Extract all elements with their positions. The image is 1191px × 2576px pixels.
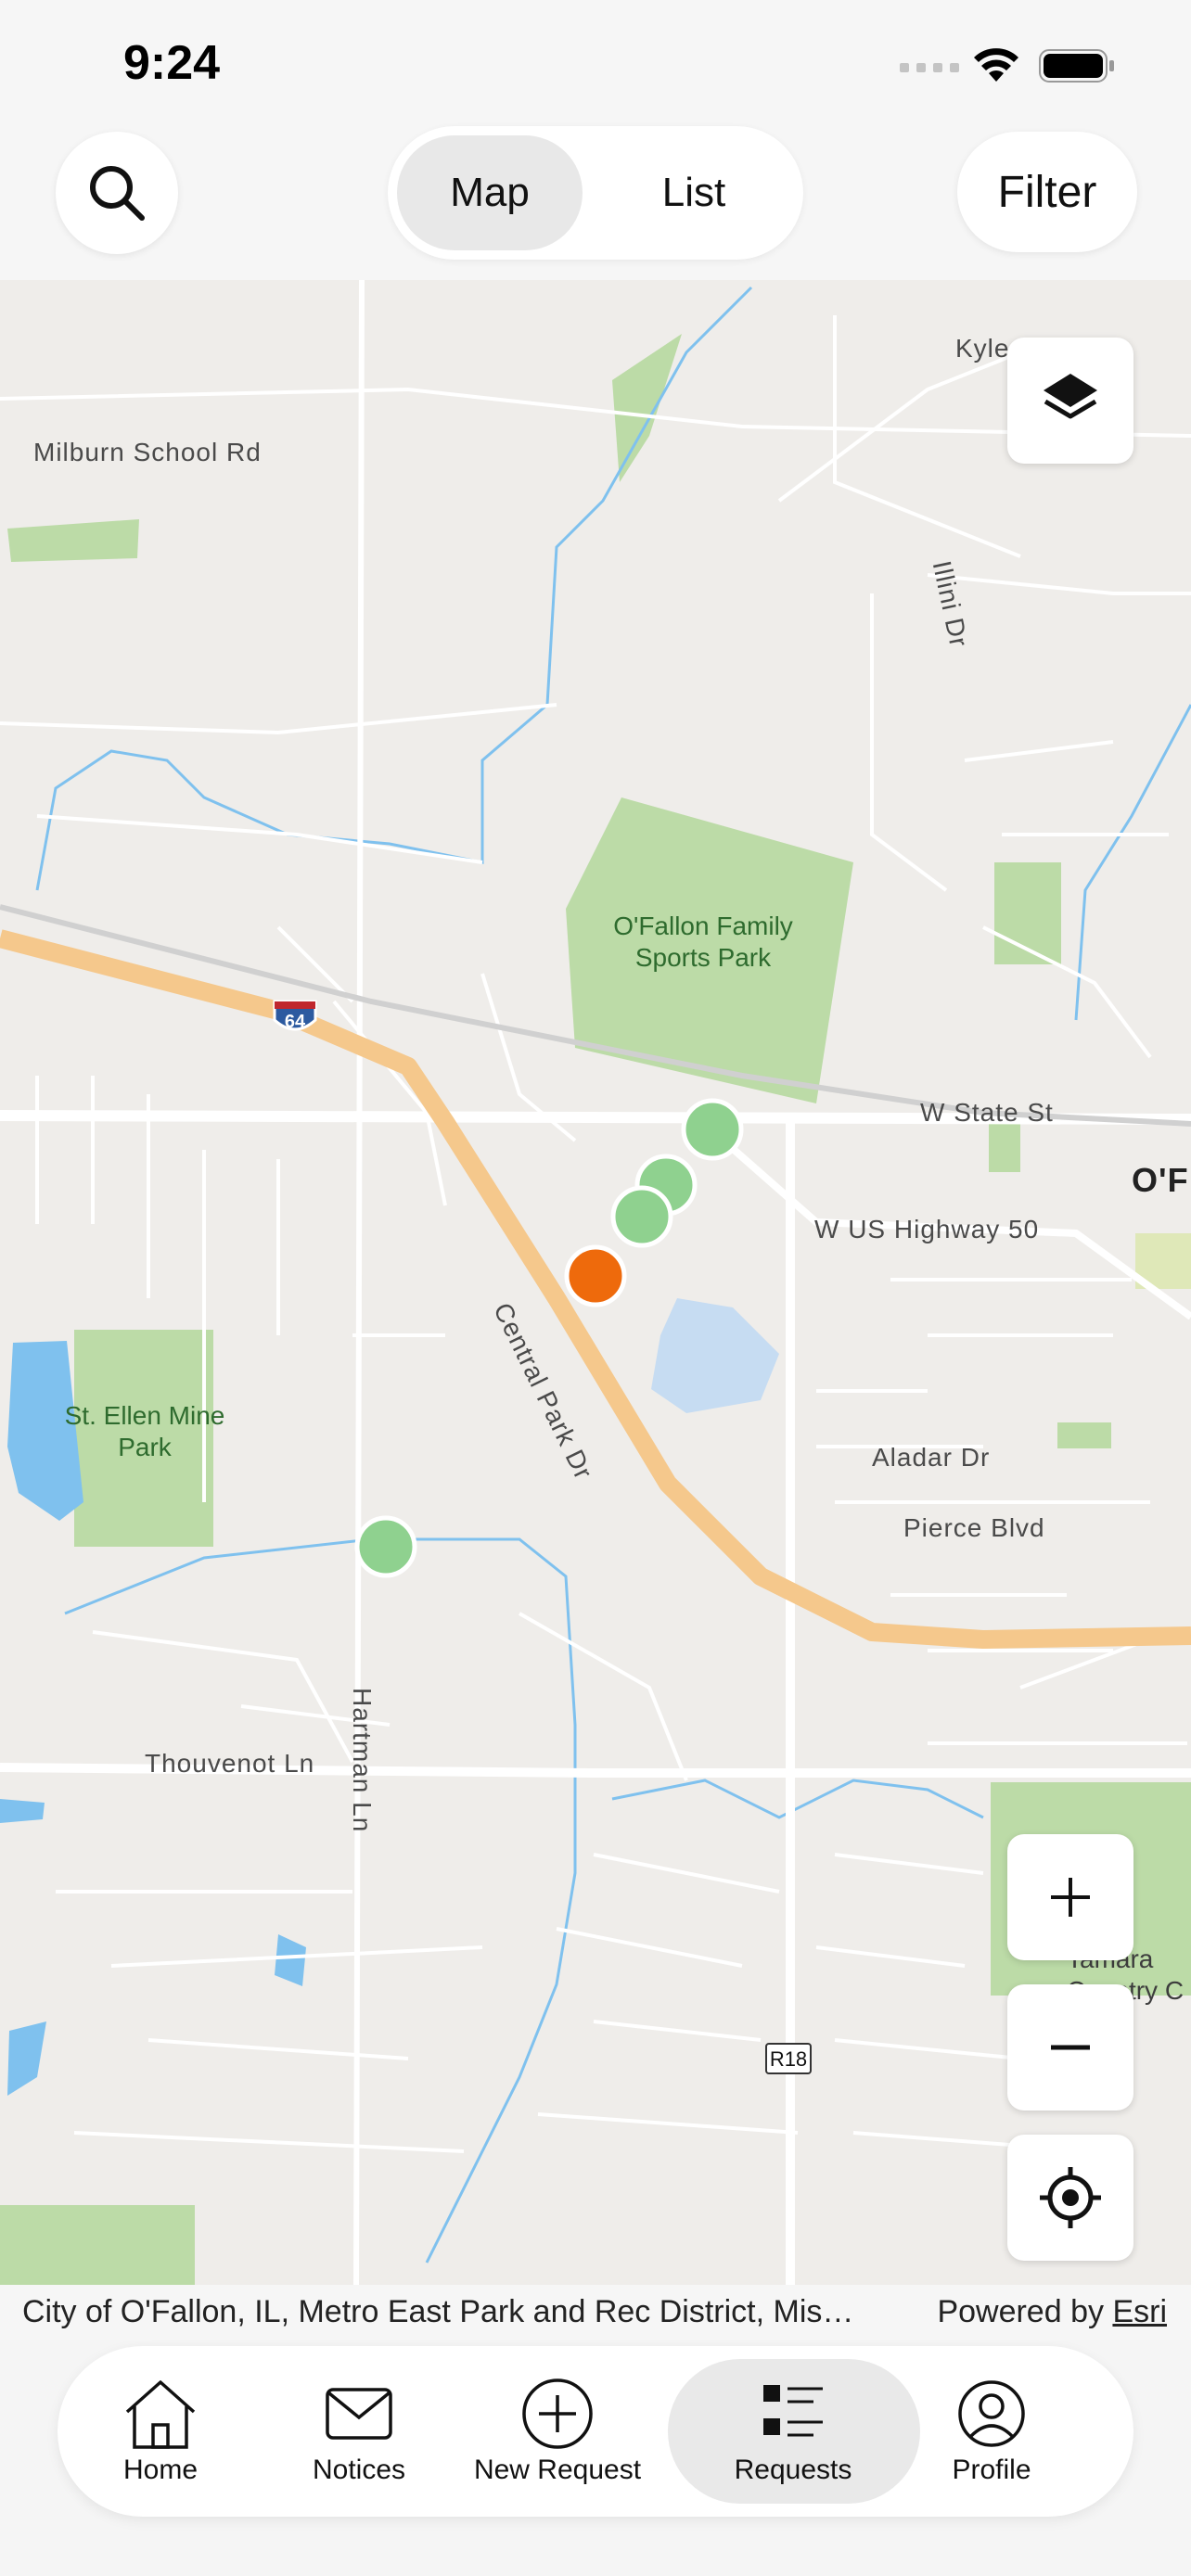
road-label: Milburn School Rd <box>33 438 262 466</box>
plus-circle-icon <box>522 2378 593 2449</box>
tab-notices[interactable]: Notices <box>260 2346 458 2517</box>
battery-icon <box>1039 49 1114 83</box>
powered-by: Powered by Esri <box>937 2294 1167 2330</box>
tab-requests[interactable]: Requests <box>694 2346 892 2517</box>
envelope-icon <box>326 2388 392 2440</box>
esri-link[interactable]: Esri <box>1112 2294 1167 2329</box>
filter-button[interactable]: Filter <box>957 132 1137 252</box>
powered-by-label: Powered by <box>937 2294 1104 2329</box>
person-circle-icon <box>958 2380 1025 2447</box>
tab-label: Notices <box>312 2455 406 2485</box>
list-icon <box>763 2385 823 2437</box>
tab-label: Profile <box>952 2455 1031 2485</box>
list-view-tab[interactable]: List <box>601 135 787 250</box>
interstate-shield-label: 64 <box>285 1012 306 1032</box>
search-icon <box>90 166 145 221</box>
tab-profile[interactable]: Profile <box>892 2346 1091 2517</box>
view-toggle: Map List <box>388 126 803 260</box>
crosshair-icon <box>1040 2167 1101 2228</box>
locate-me-button[interactable] <box>1007 2135 1133 2261</box>
road-label: Pierce Blvd <box>903 1513 1045 1542</box>
tab-label: Requests <box>734 2455 852 2485</box>
request-marker[interactable] <box>681 1098 744 1161</box>
city-label: O'F <box>1132 1161 1189 1199</box>
wifi-icon <box>974 48 1018 82</box>
request-marker[interactable] <box>354 1515 417 1578</box>
layers-icon <box>1044 374 1097 419</box>
tab-bar: Home Notices New Request Requests Profil… <box>58 2346 1133 2517</box>
map-view-tab[interactable]: Map <box>397 135 583 250</box>
status-time: 9:24 <box>123 36 221 90</box>
layers-button[interactable] <box>1007 338 1133 464</box>
road-label: Aladar Dr <box>872 1443 991 1472</box>
zoom-out-button[interactable] <box>1007 1984 1133 2111</box>
attribution-sources[interactable]: City of O'Fallon, IL, Metro East Park an… <box>22 2294 853 2330</box>
road-label: W US Highway 50 <box>814 1215 1040 1243</box>
tab-label: Home <box>122 2455 198 2485</box>
road-label: W State St <box>920 1098 1054 1127</box>
map-canvas[interactable]: 64 R18 <box>0 280 1191 2285</box>
park-label: O'Fallon Family Sports Park <box>613 912 793 972</box>
tab-home[interactable]: Home <box>61 2346 260 2517</box>
road-label: Thouvenot Ln <box>145 1749 315 1778</box>
road-label: Kyle <box>955 334 1010 363</box>
minus-icon <box>1051 2045 1090 2050</box>
zoom-in-button[interactable] <box>1007 1834 1133 1960</box>
cellular-signal-icon <box>900 63 959 72</box>
map-attribution: City of O'Fallon, IL, Metro East Park an… <box>0 2285 1191 2340</box>
park-label: St. Ellen Mine Park <box>64 1401 225 1461</box>
map-view[interactable]: 64 R18 Milburn School Rd Kyle Illini Dr … <box>0 280 1191 2285</box>
tab-new-request[interactable]: New Request <box>458 2346 657 2517</box>
plus-icon <box>1051 1878 1090 1917</box>
status-bar: 9:24 <box>0 0 1191 130</box>
route-shield-label: R18 <box>770 2047 807 2071</box>
tab-label: New Request <box>473 2455 642 2485</box>
house-icon <box>125 2380 196 2449</box>
selected-request-marker[interactable] <box>564 1244 627 1307</box>
search-button[interactable] <box>56 132 178 254</box>
route-shield-icon: R18 <box>765 2043 812 2074</box>
request-marker[interactable] <box>610 1185 673 1248</box>
road-label: Hartman Ln <box>348 1688 377 1833</box>
